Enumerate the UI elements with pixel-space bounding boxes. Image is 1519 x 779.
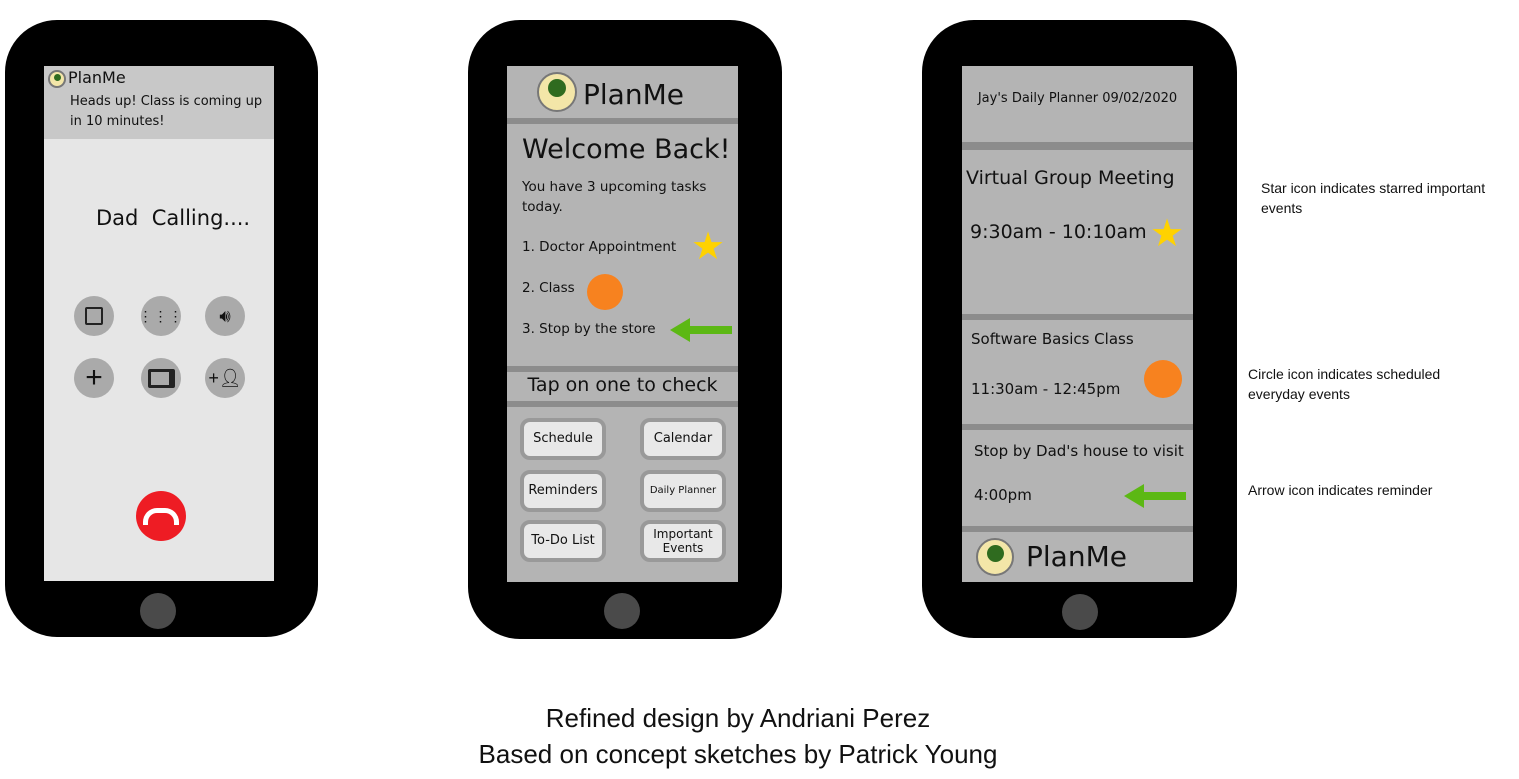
reminders-button[interactable]: Reminders (520, 470, 606, 512)
planme-logo-icon (48, 70, 66, 88)
add-call-button[interactable]: + (74, 358, 114, 398)
add-call-icon: + (85, 361, 103, 394)
event-name[interactable]: Software Basics Class (971, 330, 1134, 348)
task-item[interactable]: 2. Class (522, 280, 575, 296)
caption-designer: Refined design by Andriani Perez (545, 703, 931, 733)
app-title: PlanMe (583, 78, 684, 111)
schedule-button[interactable]: Schedule (520, 418, 606, 460)
arrow-icon (1124, 484, 1186, 508)
phone-home-screen: PlanMe Welcome Back! You have 3 upcoming… (468, 20, 782, 639)
welcome-heading: Welcome Back! (522, 134, 731, 165)
circle-icon (1144, 360, 1182, 398)
add-contact-button[interactable]: +👤︎ (205, 358, 245, 398)
important-events-button[interactable]: Important Events (640, 520, 726, 562)
home-screen: PlanMe Welcome Back! You have 3 upcoming… (507, 66, 738, 582)
star-icon: ★ (1150, 213, 1185, 255)
event-time: 4:00pm (974, 486, 1032, 504)
circle-icon (587, 274, 623, 310)
planner-title: Jay's Daily Planner 09/02/2020 (977, 91, 1178, 106)
home-button[interactable] (1062, 594, 1098, 630)
divider (962, 314, 1193, 320)
daily-planner-button[interactable]: Daily Planner (640, 470, 726, 512)
planner-screen: Jay's Daily Planner 09/02/2020 Virtual G… (962, 66, 1193, 582)
event-time: 11:30am - 12:45pm (971, 380, 1121, 398)
speaker-button[interactable]: 🔊︎ (205, 296, 245, 336)
star-annotation: Star icon indicates starred important ev… (1261, 180, 1486, 216)
welcome-subtitle: You have 3 upcoming tasks today. (522, 179, 707, 215)
calendar-button[interactable]: Calendar (640, 418, 726, 460)
caller-label: Dad Calling.... (96, 206, 251, 230)
speaker-icon: 🔊︎ (219, 305, 231, 326)
footer-app-name: PlanMe (1026, 540, 1127, 573)
event-name[interactable]: Stop by Dad's house to visit (974, 442, 1184, 460)
notification-banner[interactable]: PlanMe Heads up! Class is coming up in 1… (44, 66, 274, 139)
home-button[interactable] (140, 593, 176, 629)
planme-logo-icon (976, 538, 1014, 576)
event-time: 9:30am - 10:10am (970, 221, 1147, 243)
todo-list-button[interactable]: To-Do List (520, 520, 606, 562)
mute-icon (85, 307, 103, 325)
end-call-button[interactable] (136, 491, 186, 541)
video-button[interactable] (141, 358, 181, 398)
notification-app-name: PlanMe (68, 68, 126, 87)
divider (962, 526, 1193, 532)
keypad-icon: ⋮⋮⋮ (138, 308, 184, 324)
star-icon: ★ (691, 226, 726, 268)
tap-prompt: Tap on one to check (527, 374, 718, 396)
mute-button[interactable] (74, 296, 114, 336)
phone-call-screen: PlanMe Heads up! Class is coming up in 1… (5, 20, 318, 637)
add-contact-icon: +👤︎ (208, 367, 242, 388)
video-icon (147, 368, 175, 388)
task-item[interactable]: 1. Doctor Appointment (522, 239, 676, 255)
arrow-icon (670, 318, 732, 342)
keypad-button[interactable]: ⋮⋮⋮ (138, 296, 184, 336)
divider (962, 424, 1193, 430)
divider (507, 366, 738, 372)
task-item[interactable]: 3. Stop by the store (522, 321, 656, 337)
divider (507, 401, 738, 407)
divider (962, 142, 1193, 150)
notification-text: Heads up! Class is coming up in 10 minut… (70, 94, 263, 129)
event-name[interactable]: Virtual Group Meeting (966, 167, 1175, 189)
phone-daily-planner: Jay's Daily Planner 09/02/2020 Virtual G… (922, 20, 1237, 638)
circle-annotation: Circle icon indicates scheduled everyday… (1248, 366, 1441, 402)
hang-up-icon (143, 507, 179, 525)
planme-logo-icon (537, 72, 577, 112)
arrow-annotation: Arrow icon indicates reminder (1248, 482, 1433, 498)
caption-sketches: Based on concept sketches by Patrick You… (478, 739, 998, 769)
divider (507, 118, 738, 124)
home-button[interactable] (604, 593, 640, 629)
call-screen: PlanMe Heads up! Class is coming up in 1… (44, 66, 274, 581)
